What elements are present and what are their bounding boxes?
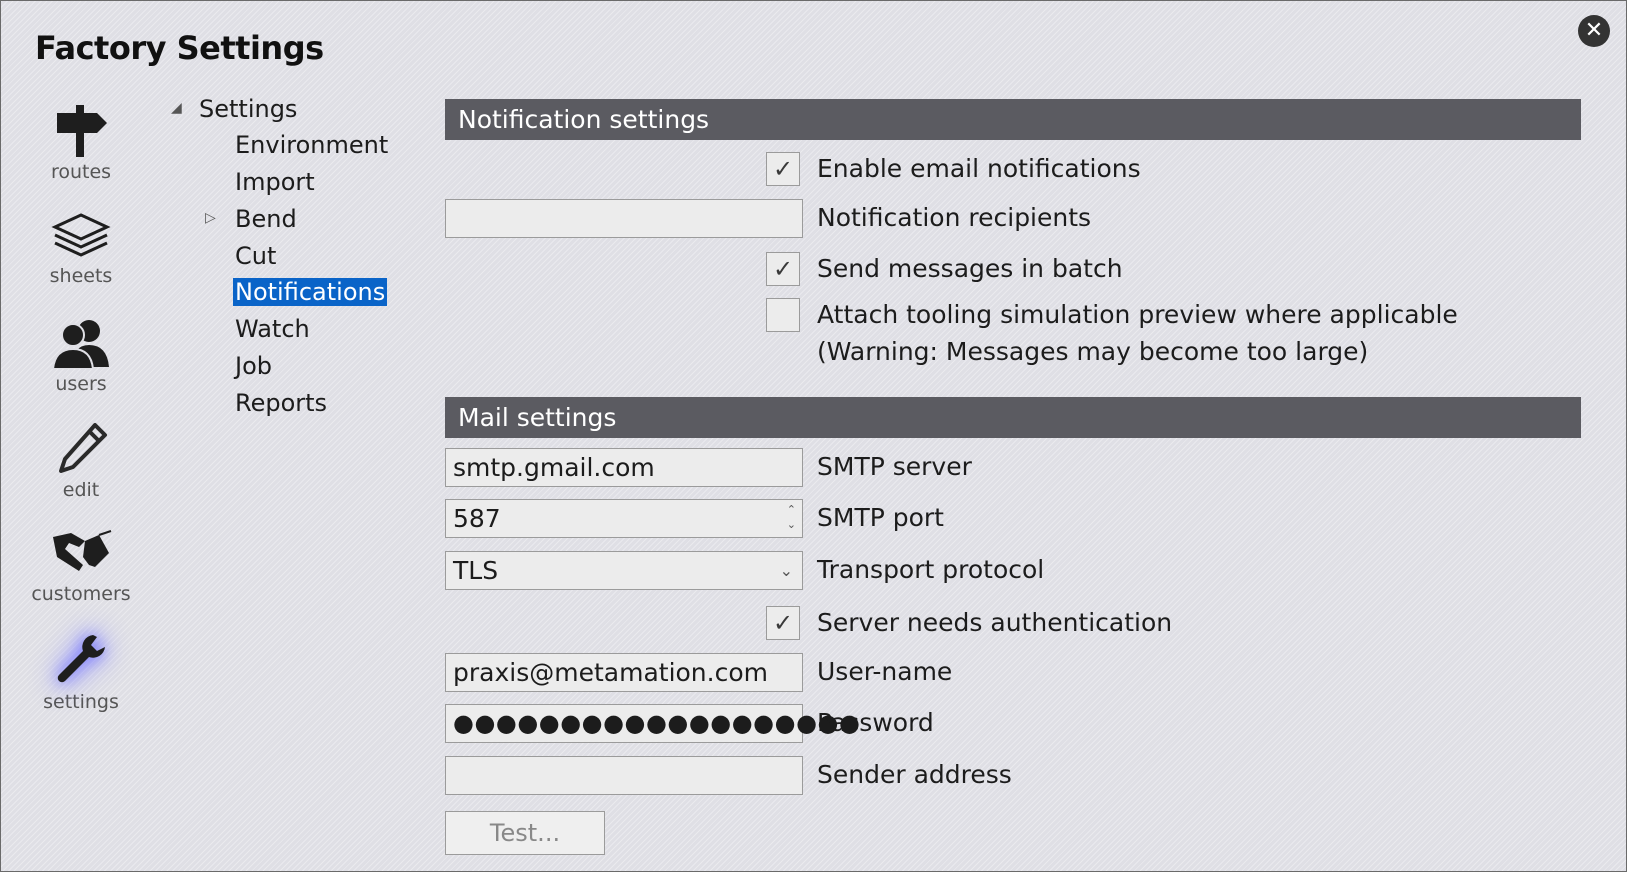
tree-label-import: Import	[235, 168, 315, 196]
tree-label-reports: Reports	[235, 389, 328, 417]
tree-node-cut[interactable]: Cut	[235, 240, 276, 272]
rail-label-sheets: sheets	[49, 265, 113, 287]
rail-label-edit: edit	[62, 479, 100, 501]
tree-node-notifications[interactable]: Notifications	[233, 276, 388, 308]
attach-preview-checkbox[interactable]	[766, 298, 800, 332]
close-icon[interactable]: ✕	[1578, 15, 1610, 47]
rail-item-routes[interactable]: routes	[11, 101, 151, 183]
transport-protocol-select[interactable]: TLS ⌄	[445, 551, 803, 590]
smtp-server-label: SMTP server	[817, 452, 972, 481]
tree-node-job[interactable]: Job	[235, 350, 272, 382]
window-title: Factory Settings	[35, 29, 324, 67]
smtp-port-label: SMTP port	[817, 503, 944, 532]
password-input[interactable]: ●●●●●●●●●●●●●●●●●●●	[445, 704, 860, 743]
enable-email-checkbox[interactable]: ✓	[766, 152, 800, 186]
notification-recipients-input[interactable]	[445, 199, 803, 238]
username-input[interactable]: praxis@metamation.com	[445, 653, 803, 692]
tree-node-reports[interactable]: Reports	[235, 387, 327, 419]
expanded-icon[interactable]: ◢	[171, 92, 182, 124]
rail-label-customers: customers	[31, 583, 131, 605]
send-batch-label: Send messages in batch	[817, 254, 1123, 283]
attach-preview-warning: (Warning: Messages may become too large)	[817, 337, 1369, 366]
transport-protocol-value: TLS	[453, 556, 499, 585]
server-auth-checkbox[interactable]: ✓	[766, 606, 800, 640]
rail-label-routes: routes	[50, 161, 112, 183]
check-icon: ✓	[772, 609, 794, 637]
collapsed-icon[interactable]: ▷	[205, 202, 216, 234]
spin-up-icon[interactable]: ⌃	[787, 502, 796, 517]
sender-address-label: Sender address	[817, 760, 1012, 789]
send-batch-checkbox[interactable]: ✓	[766, 252, 800, 286]
mail-settings-header: Mail settings	[445, 397, 1581, 438]
password-label: Password	[817, 708, 934, 737]
wrench-icon	[57, 635, 105, 683]
sender-address-input[interactable]	[445, 756, 803, 795]
users-icon	[51, 320, 109, 369]
enable-email-label: Enable email notifications	[817, 154, 1141, 183]
spin-down-icon[interactable]: ⌄	[787, 517, 796, 532]
rail-item-settings[interactable]: settings	[11, 631, 151, 713]
rail-label-settings: settings	[43, 691, 119, 713]
rail-item-customers[interactable]: customers	[11, 527, 151, 605]
spin-arrows[interactable]: ⌃ ⌄	[787, 502, 796, 532]
smtp-port-value: 587	[453, 504, 501, 533]
transport-protocol-label: Transport protocol	[817, 555, 1045, 584]
tree-label-watch: Watch	[235, 315, 310, 343]
tree-node-environment[interactable]: Environment	[235, 129, 388, 161]
factory-settings-window: Factory Settings ✕ routes sheets users e…	[0, 0, 1627, 872]
rail-item-sheets[interactable]: sheets	[11, 211, 151, 287]
smtp-server-input[interactable]: smtp.gmail.com	[445, 448, 803, 487]
tree-node-watch[interactable]: Watch	[235, 313, 310, 345]
server-auth-label: Server needs authentication	[817, 608, 1173, 637]
username-label: User-name	[817, 657, 953, 686]
attach-preview-label: Attach tooling simulation preview where …	[817, 300, 1458, 329]
test-button[interactable]: Test...	[445, 811, 605, 855]
rail-item-edit[interactable]: edit	[11, 421, 151, 501]
pencil-icon	[59, 423, 107, 473]
rail-label-users: users	[55, 373, 107, 395]
tree-label-bend: Bend	[235, 205, 297, 233]
check-icon: ✓	[772, 155, 794, 183]
tree-node-import[interactable]: Import	[235, 166, 315, 198]
tree-label-environment: Environment	[235, 131, 389, 159]
tree-label-cut: Cut	[235, 242, 277, 270]
tree-label-job: Job	[235, 352, 272, 380]
check-icon: ✓	[772, 255, 794, 283]
handshake-icon	[53, 530, 112, 571]
notification-settings-header: Notification settings	[445, 99, 1581, 140]
rail-item-users[interactable]: users	[11, 317, 151, 395]
tree-label-settings: Settings	[199, 95, 298, 123]
smtp-port-stepper[interactable]: 587 ⌃ ⌄	[445, 499, 803, 538]
tree-label-notifications: Notifications	[233, 278, 388, 306]
chevron-down-icon[interactable]: ⌄	[780, 552, 793, 589]
signpost-icon	[57, 105, 107, 157]
notification-recipients-label: Notification recipients	[817, 203, 1092, 232]
sheets-stack-icon	[51, 213, 111, 257]
